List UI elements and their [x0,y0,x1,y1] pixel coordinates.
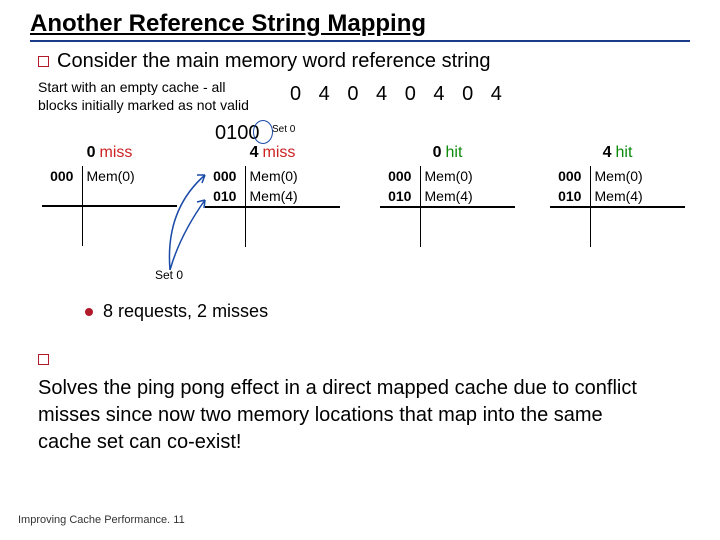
slide-footer: Improving Cache Performance. 11 [18,514,185,526]
ref-num: 4 [250,144,259,161]
line1-text: Consider the main memory word reference … [57,50,491,72]
col-head: 4miss [205,144,340,162]
cache-col-4: 4hit 000Mem(0) 010Mem(4) [550,144,685,247]
square-bullet-icon [38,56,49,67]
arrow-icon [160,170,220,280]
requests-line: 8 requests, 2 misses [0,295,720,322]
conclusion: Solves the ping pong effect in a direct … [0,322,720,456]
note-text: Start with an empty cache - all blocks i… [38,79,268,114]
bullet-line-1: Consider the main memory word reference … [0,42,720,73]
ref-num: 0 [433,144,442,161]
cache-table: 000Mem(0) 010Mem(4) [550,166,685,247]
col-head: 0hit [380,144,515,162]
cache-table: 000Mem(0) [42,166,177,246]
col-head: 0miss [42,144,177,162]
set0-label: Set 0 [155,268,183,282]
cache-col-1: 0miss 000Mem(0) [42,144,177,246]
circle-annotation-icon [253,120,273,144]
cache-col-2: 4miss 000Mem(0) 010Mem(4) [205,144,340,247]
cache-table: 000Mem(0) 010Mem(4) [380,166,515,247]
ref-num: 0 [87,144,96,161]
square-bullet-icon [38,354,49,365]
status-label: hit [616,144,633,161]
slide-title: Another Reference String Mapping [30,10,426,38]
reference-string: 0 4 0 4 0 4 0 4 [290,83,503,106]
dot-bullet-icon [85,308,93,316]
col-head: 4hit [550,144,685,162]
note-row: Start with an empty cache - all blocks i… [0,73,720,114]
cache-table: 000Mem(0) 010Mem(4) [205,166,340,247]
status-label: miss [100,144,133,161]
set0-annotation: Set 0 [272,124,295,135]
requests-text: 8 requests, 2 misses [103,301,268,321]
status-label: hit [446,144,463,161]
status-label: miss [263,144,296,161]
ref-num: 4 [603,144,612,161]
cache-diagram: 0100 Set 0 0miss 000Mem(0) 4miss 000Mem(… [0,120,720,295]
conclusion-text: Solves the ping pong effect in a direct … [38,375,658,456]
cache-col-3: 0hit 000Mem(0) 010Mem(4) [380,144,515,247]
